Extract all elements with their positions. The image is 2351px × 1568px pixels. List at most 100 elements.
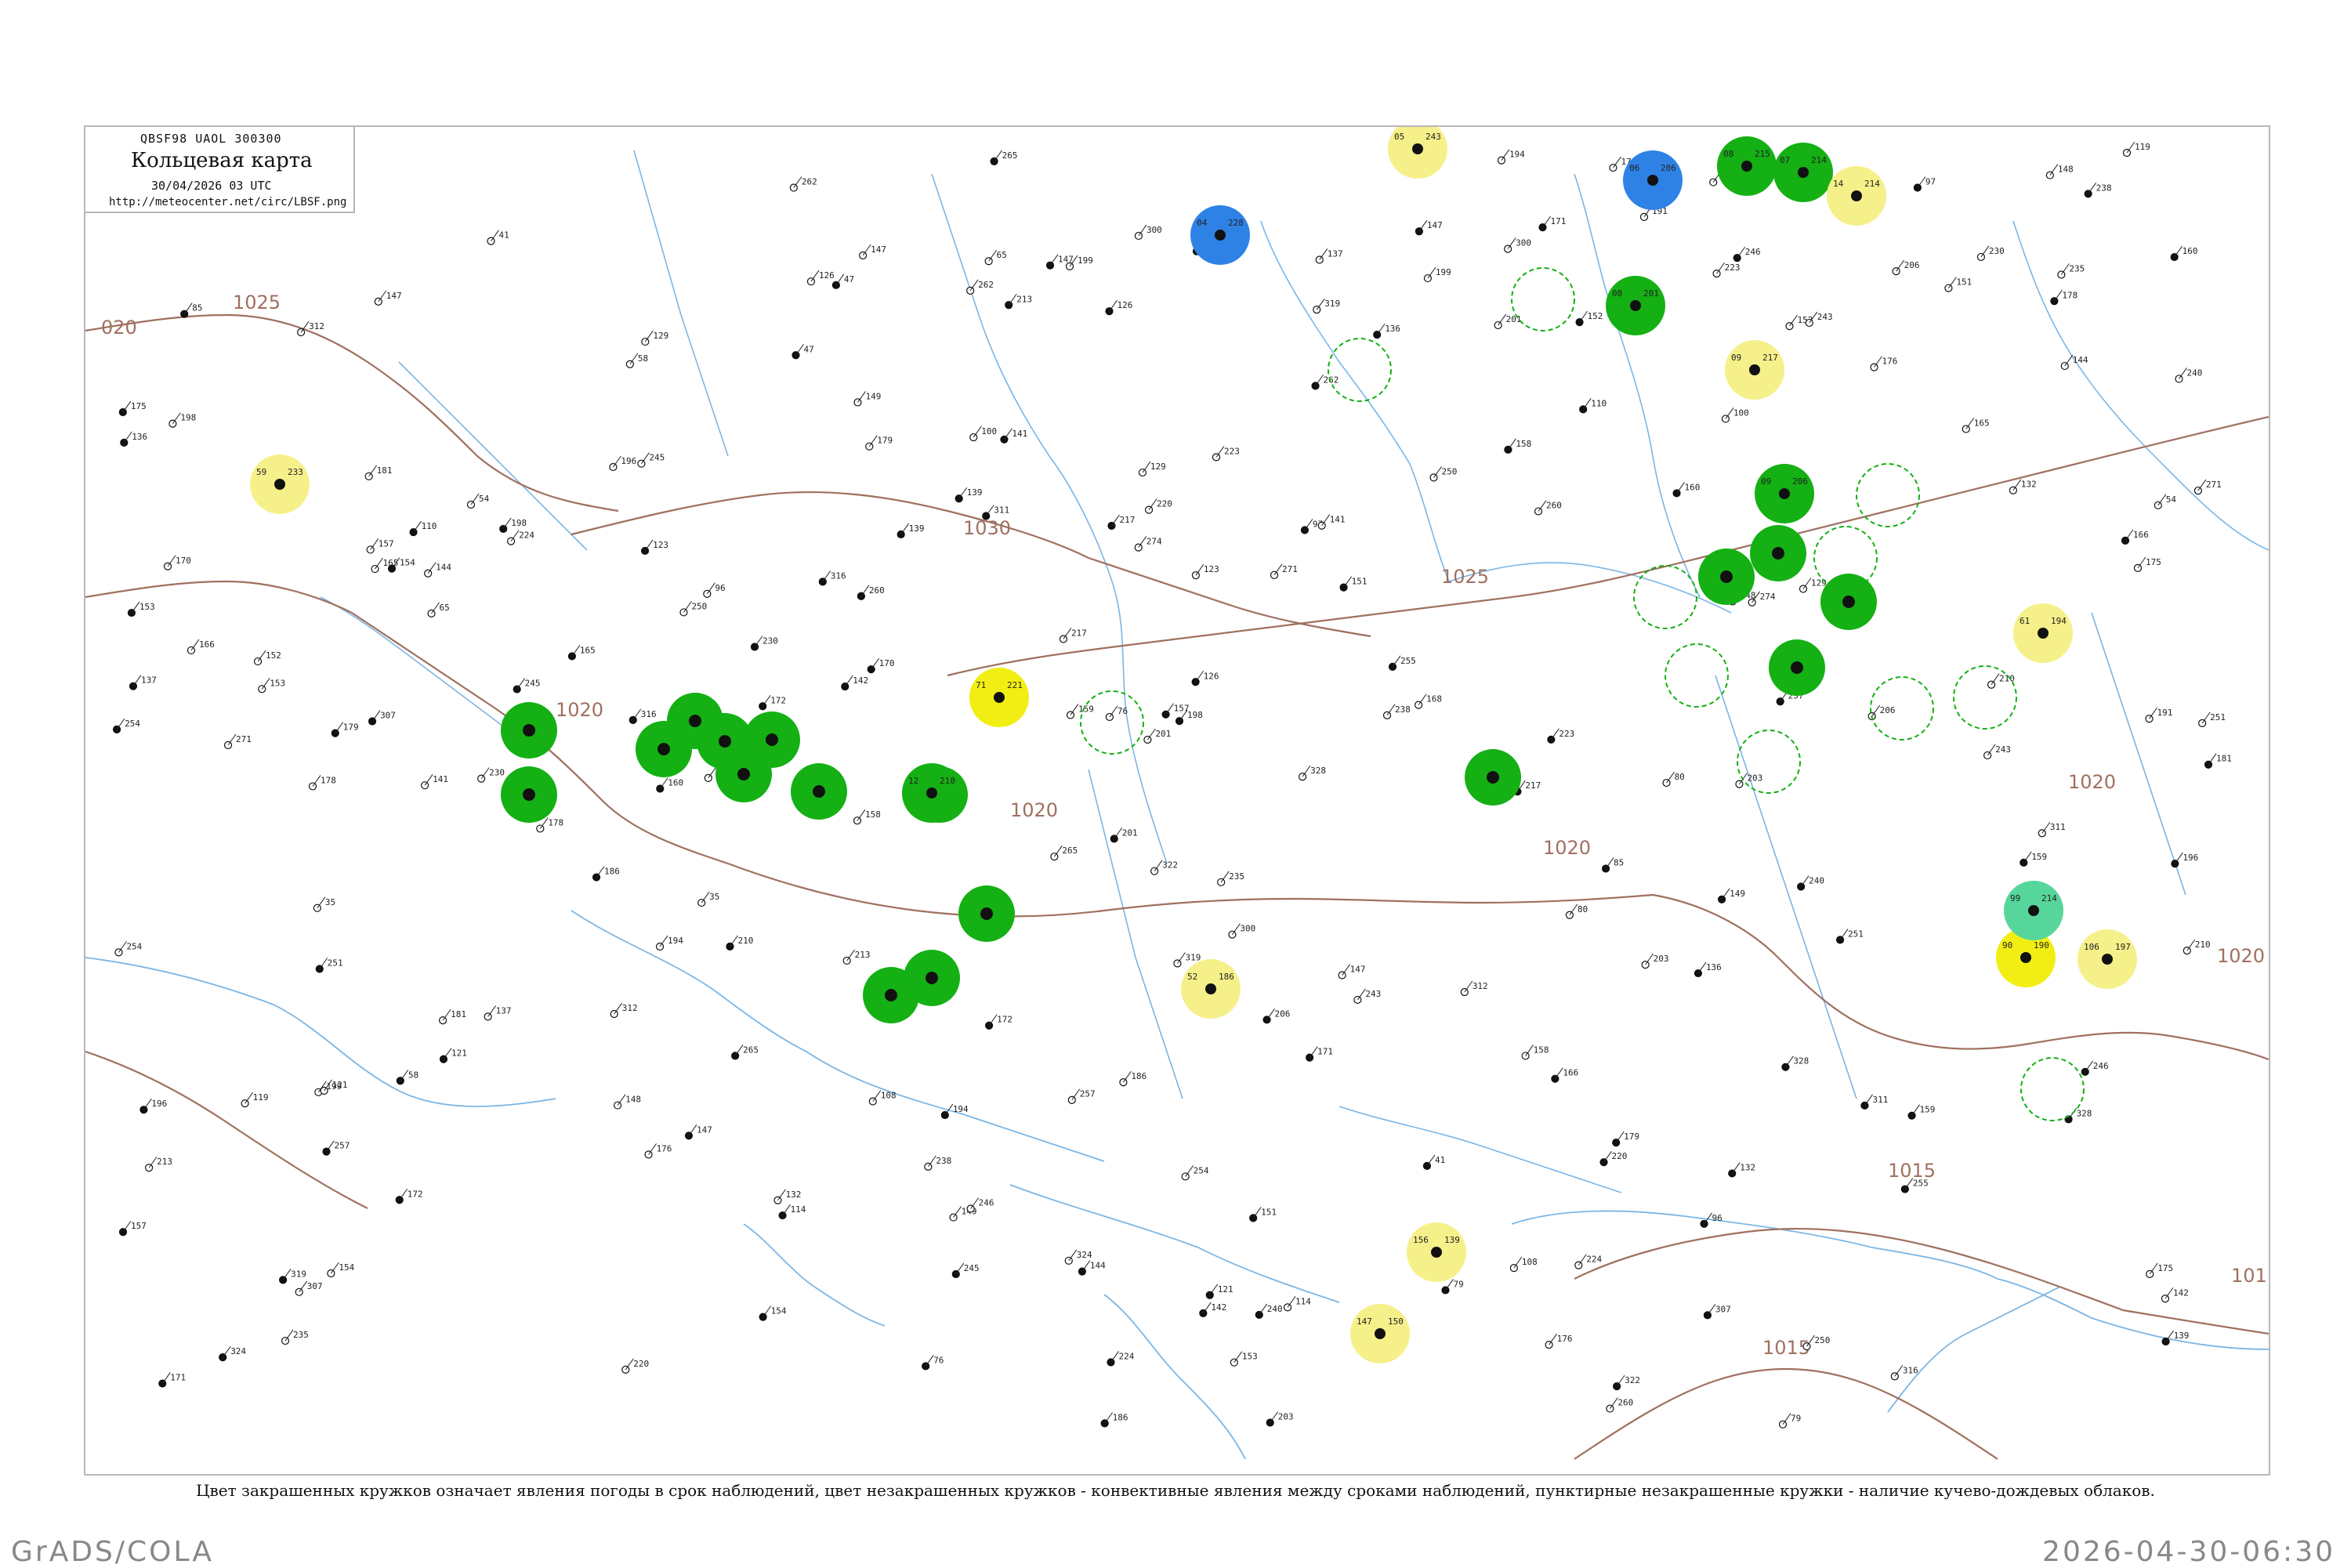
wind-barb xyxy=(1697,961,1707,974)
station-temperature: 08 xyxy=(1723,149,1733,159)
station-dot xyxy=(1647,175,1658,186)
station-pressure: 262 xyxy=(802,176,817,186)
wind-barb xyxy=(1154,860,1163,871)
station-pressure: 179 xyxy=(1624,1132,1639,1142)
station-pressure: 186 xyxy=(1131,1071,1147,1081)
isobar-label: 1020 xyxy=(2217,945,2265,967)
wind-barb xyxy=(857,391,866,403)
wind-barb xyxy=(1980,245,1990,258)
station-pressure: 159 xyxy=(2031,852,2047,862)
station-pressure: 144 xyxy=(1090,1261,1106,1271)
wind-barb xyxy=(400,1069,409,1081)
station-pressure: 114 xyxy=(791,1204,806,1215)
wind-barb xyxy=(1122,1070,1132,1083)
station-pressure: 178 xyxy=(2062,290,2078,300)
wind-barb xyxy=(1578,1254,1587,1266)
wind-barb xyxy=(810,270,820,282)
station-dot xyxy=(885,989,897,1001)
station-pressure: 262 xyxy=(1324,375,1339,385)
isobar-label: 1020 xyxy=(2068,771,2116,793)
wind-barb xyxy=(2064,354,2074,367)
wind-barb xyxy=(1782,1413,1791,1425)
station-pressure: 141 xyxy=(1012,429,1027,439)
wind-barb xyxy=(222,1345,231,1358)
station-pressure: 224 xyxy=(519,531,534,541)
isobar-label: 101 xyxy=(2231,1265,2267,1287)
wind-barb xyxy=(1987,744,1996,756)
wind-barb xyxy=(1109,705,1118,718)
station-pressure: 196 xyxy=(151,1099,167,1109)
station-pressure: 251 xyxy=(328,958,343,969)
wind-barb xyxy=(793,176,802,188)
station-pressure: 194 xyxy=(668,936,683,946)
station-pressure: 243 xyxy=(1817,312,1833,322)
station-pressure: 198 xyxy=(1187,710,1203,720)
station-dot xyxy=(1205,983,1216,994)
station-pressure: 96 xyxy=(715,583,725,593)
station-marker xyxy=(1565,911,1574,919)
isobar-label: 1020 xyxy=(1543,837,1591,859)
wind-barb xyxy=(632,708,642,721)
station-pressure: 136 xyxy=(1706,962,1722,972)
station-pressure: 151 xyxy=(1352,577,1367,587)
wind-barb xyxy=(1785,1056,1794,1067)
wind-barb xyxy=(335,722,344,733)
station-pressure: 319 xyxy=(1185,952,1201,962)
wind-barb xyxy=(1426,1154,1436,1167)
wind-barb xyxy=(1605,857,1614,869)
station-pressure: 170 xyxy=(879,658,895,668)
wind-barb xyxy=(822,570,831,582)
wind-barb xyxy=(1433,466,1442,478)
wind-barb xyxy=(1315,375,1324,386)
wind-barb xyxy=(1147,728,1156,741)
wind-barb xyxy=(1316,298,1325,310)
station-temperature: 61 xyxy=(2020,616,2030,626)
wind-barb xyxy=(371,710,381,722)
station-pressure: 260 xyxy=(1546,501,1562,511)
station-dot xyxy=(2028,905,2039,916)
wind-barb xyxy=(2126,141,2135,154)
station-marker xyxy=(1785,322,1794,331)
wind-barb xyxy=(988,1014,998,1027)
station-pressure: 58 xyxy=(408,1070,418,1080)
wind-barb xyxy=(988,249,998,262)
station-temperature: 59 xyxy=(256,467,266,477)
wind-barb xyxy=(782,1204,791,1216)
station-pressure: 129 xyxy=(1811,578,1827,588)
station-pressure: 157 xyxy=(131,1221,147,1231)
station-marker xyxy=(241,1099,249,1108)
station-marker xyxy=(313,904,321,912)
station-pressure: 158 xyxy=(1516,439,1531,449)
station-pressure: 201 xyxy=(1506,314,1522,324)
wind-barb xyxy=(973,425,982,438)
station-pressure: 123 xyxy=(1204,564,1219,574)
station-pressure: 65 xyxy=(997,250,1007,260)
station-pressure: 311 xyxy=(994,505,1009,515)
station-dot xyxy=(2020,952,2031,963)
wind-barb xyxy=(132,675,142,686)
station-dot xyxy=(1431,1247,1442,1258)
station-dot xyxy=(689,715,701,727)
wind-barb xyxy=(1894,1365,1904,1377)
wind-barb xyxy=(1081,1260,1091,1272)
station-pressure: 220 xyxy=(1157,499,1172,509)
station-pressure: 142 xyxy=(1211,1302,1226,1313)
station-dot xyxy=(2038,628,2049,639)
rivers xyxy=(320,150,2269,1193)
wind-barb xyxy=(596,866,605,878)
station-pressure: 132 xyxy=(1740,1162,1755,1172)
station-pressure: 260 xyxy=(1617,1398,1633,1408)
station-marker xyxy=(1913,183,1922,192)
station-pressure: 96 xyxy=(1712,1213,1722,1223)
isobar-label: 1020 xyxy=(556,699,603,721)
source-url[interactable]: http://meteocenter.net/circ/LBSF.png xyxy=(109,196,346,208)
station-pressure: 265 xyxy=(1002,150,1018,161)
station-pressure: 254 xyxy=(126,941,142,951)
station-pressure: 35 xyxy=(325,897,335,907)
station-pressure: 300 xyxy=(1240,924,1255,934)
station-marker xyxy=(168,419,177,428)
wind-barb xyxy=(312,775,321,787)
wind-barb xyxy=(925,1355,934,1367)
wind-barb xyxy=(1525,1045,1534,1056)
wind-barb xyxy=(648,1143,657,1155)
